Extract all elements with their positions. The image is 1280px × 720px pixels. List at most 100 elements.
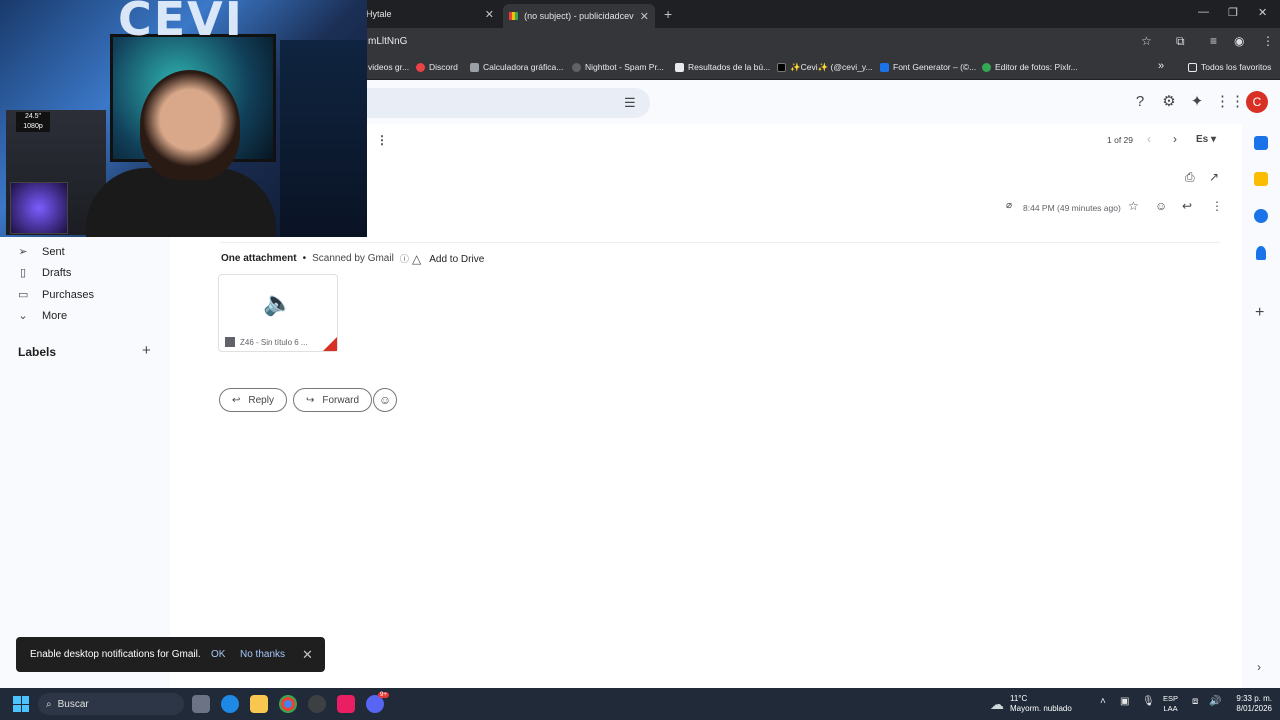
nav-item-more[interactable]: ⌄ More: [18, 309, 67, 323]
bookmark-label: Resultados de la bú...: [688, 62, 771, 72]
add-to-drive-button[interactable]: △ Add to Drive: [412, 252, 484, 266]
reply-arrow-icon[interactable]: ↩: [1182, 199, 1192, 213]
bookmark-item[interactable]: Editor de fotos: Pixlr...: [982, 62, 1078, 72]
input-language-selector[interactable]: Es ▾: [1196, 134, 1216, 145]
add-reaction-icon[interactable]: ☺: [1155, 199, 1167, 213]
microphone-icon[interactable]: 🎙: [1142, 696, 1155, 707]
task-view-icon[interactable]: [192, 695, 210, 713]
window-close-icon[interactable]: ✕: [1258, 6, 1267, 19]
emoji-reaction-button[interactable]: ☺: [373, 388, 397, 412]
extensions-icon[interactable]: ⧉: [1176, 34, 1185, 49]
bookmark-item[interactable]: Font Generator – (©...: [880, 62, 976, 72]
keep-icon[interactable]: [1254, 172, 1268, 186]
bookmark-label: Font Generator – (©...: [893, 62, 977, 72]
discord-icon: [416, 62, 425, 72]
account-avatar[interactable]: C: [1246, 91, 1268, 113]
search-options-tune-icon[interactable]: ☰: [624, 95, 638, 110]
forward-button[interactable]: ↪ Forward: [293, 388, 373, 412]
close-tab-icon[interactable]: ✕: [640, 10, 649, 23]
chrome-icon[interactable]: [279, 695, 297, 713]
show-side-panel-chevron-icon[interactable]: ›: [1257, 660, 1261, 674]
settings-gear-icon[interactable]: ⚙: [1159, 92, 1179, 112]
windows-start-icon[interactable]: [13, 696, 29, 712]
obs-icon[interactable]: [308, 695, 326, 713]
bookmark-label: Calculadora gráfica...: [483, 62, 564, 72]
volume-icon[interactable]: 🔊: [1209, 696, 1221, 707]
tab-gmail[interactable]: (no subject) - publicidadcevi@ ✕: [503, 4, 655, 28]
edge-icon[interactable]: [221, 695, 239, 713]
windows-taskbar: ⌕ Buscar 9+ ☁ 11°C Mayorm. nublado ˄ ▣ 🎙…: [0, 688, 1280, 720]
url-text[interactable]: mLltNnG: [368, 36, 407, 47]
browser-menu-icon[interactable]: ⋮: [1262, 34, 1274, 48]
bookmark-item[interactable]: Calculadora gráfica...: [470, 62, 563, 72]
calendar-icon[interactable]: [1254, 136, 1268, 150]
nightbot-icon: [572, 62, 581, 72]
more-bookmarks-chevron-icon[interactable]: »: [1158, 60, 1164, 72]
bookmark-star-icon[interactable]: ☆: [1141, 34, 1152, 48]
system-clock[interactable]: 9:33 p. m. 8/01/2026: [1228, 694, 1272, 714]
bookmark-item[interactable]: videos gr...: [368, 62, 409, 72]
attachment-card[interactable]: 🔈 Z46 - Sin título 6 ...: [218, 274, 338, 352]
info-icon[interactable]: ⓘ: [400, 252, 409, 265]
newer-chevron-left-icon[interactable]: ‹: [1147, 132, 1151, 146]
bookmark-item[interactable]: Resultados de la bú...: [675, 62, 770, 72]
capcut-icon[interactable]: [337, 695, 355, 713]
help-icon[interactable]: ?: [1130, 92, 1150, 112]
toast-close-icon[interactable]: ✕: [302, 647, 313, 663]
minimize-icon[interactable]: —: [1198, 6, 1209, 18]
weather-widget[interactable]: ☁ 11°C Mayorm. nublado: [990, 694, 1072, 714]
tab-label: Hytale: [366, 9, 392, 19]
create-label-plus-icon[interactable]: +: [142, 342, 151, 359]
apps-grid-icon[interactable]: ⋮⋮: [1215, 92, 1245, 112]
close-tab-icon[interactable]: ✕: [485, 8, 494, 21]
older-chevron-right-icon[interactable]: ›: [1173, 132, 1177, 146]
font-generator-icon: [880, 62, 889, 72]
folder-icon: [1188, 62, 1197, 72]
show-hidden-icons-chevron-icon[interactable]: ˄: [1100, 696, 1106, 707]
file-explorer-icon[interactable]: [250, 695, 268, 713]
gemini-sparkle-icon[interactable]: ✦: [1187, 92, 1207, 112]
toast-no-thanks-button[interactable]: No thanks: [240, 649, 285, 660]
reply-icon: ↩: [232, 394, 241, 406]
streamer-face: [140, 70, 240, 180]
nav-label: Sent: [42, 245, 65, 258]
media-control-icon[interactable]: ≡: [1210, 34, 1217, 48]
nav-item-purchases[interactable]: ▭ Purchases: [18, 288, 94, 302]
bookmark-item[interactable]: Discord: [416, 62, 458, 72]
tab-hytale[interactable]: Hytale ✕: [360, 4, 500, 24]
attachment-summary-row: One attachment • Scanned by Gmail ⓘ: [221, 252, 409, 265]
document-icon: [675, 62, 684, 72]
pc-case: [10, 182, 68, 234]
tiktok-icon: [777, 63, 786, 72]
tray-app-icon[interactable]: ▣: [1120, 696, 1129, 707]
labels-heading: Labels: [18, 345, 57, 359]
cevi-logo: CEVI: [118, 0, 244, 46]
weather-desc: Mayorm. nublado: [1010, 704, 1072, 713]
open-in-new-window-icon[interactable]: ↗: [1209, 170, 1219, 184]
tasks-icon[interactable]: [1254, 209, 1268, 223]
search-input[interactable]: ☰: [360, 88, 650, 118]
star-icon[interactable]: ☆: [1128, 199, 1139, 213]
toast-ok-button[interactable]: OK: [211, 649, 225, 660]
reply-button[interactable]: ↩ Reply: [219, 388, 287, 412]
nav-item-drafts[interactable]: ▯ Drafts: [18, 266, 71, 280]
bookmark-item[interactable]: ✨Cevi✨ (@cevi_y...: [777, 62, 873, 73]
more-options-icon[interactable]: ⋮: [376, 133, 388, 147]
get-addons-plus-icon[interactable]: +: [1255, 304, 1264, 322]
profile-icon[interactable]: ◉: [1234, 34, 1244, 48]
network-icon[interactable]: ⧈: [1192, 696, 1198, 707]
all-bookmarks-folder[interactable]: Todos los favoritos: [1188, 62, 1271, 72]
contacts-icon[interactable]: [1256, 246, 1266, 260]
all-bookmarks-label: Todos los favoritos: [1201, 62, 1272, 72]
search-icon: ⌕: [46, 698, 52, 710]
cloud-icon: ☁: [990, 695, 1004, 712]
taskbar-search[interactable]: ⌕ Buscar: [38, 693, 184, 715]
input-language-indicator[interactable]: ESP LAA: [1163, 694, 1178, 714]
bookmark-label: Editor de fotos: Pixlr...: [995, 62, 1078, 72]
bookmark-item[interactable]: Nightbot - Spam Pr...: [572, 62, 664, 72]
print-icon[interactable]: ⎙: [1185, 170, 1195, 185]
nav-item-sent[interactable]: ➢ Sent: [18, 245, 65, 259]
restore-icon[interactable]: ❐: [1228, 6, 1238, 19]
new-tab-plus-icon[interactable]: +: [664, 6, 672, 22]
message-more-icon[interactable]: ⋮: [1211, 199, 1223, 213]
